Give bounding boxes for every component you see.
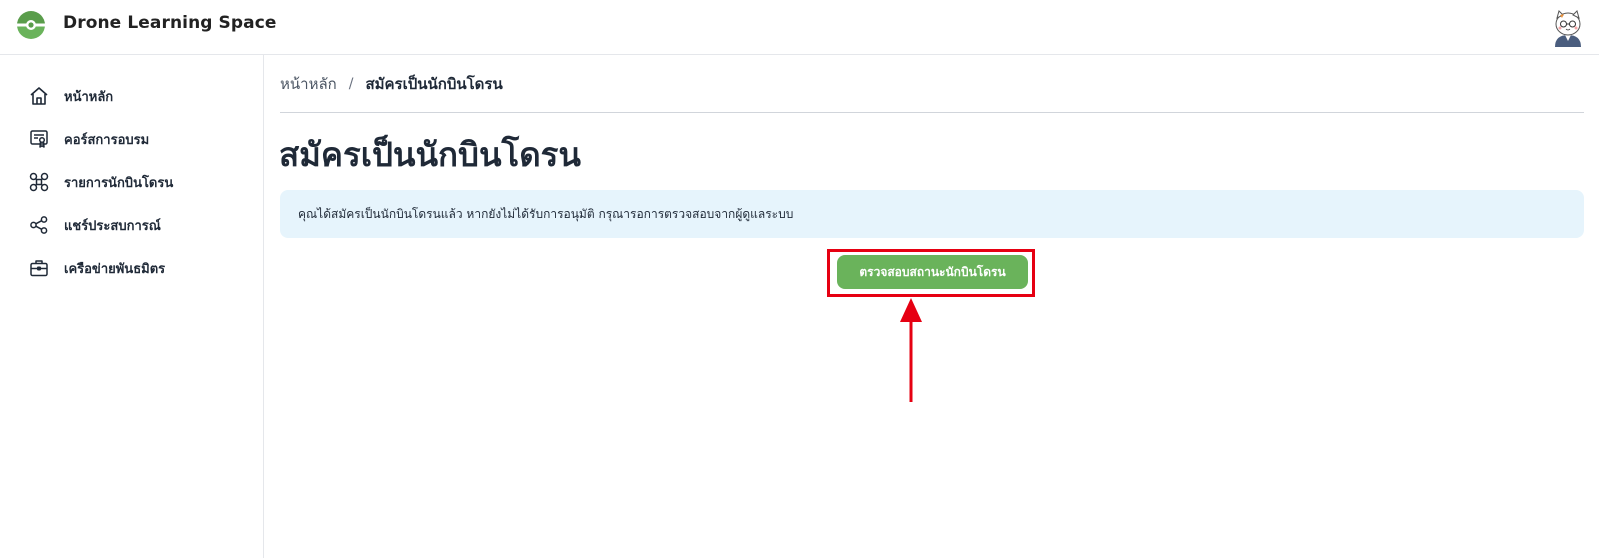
sidebar-item-share[interactable]: แชร์ประสบการณ์ [28,212,161,238]
app-title[interactable]: Drone Learning Space [63,13,277,33]
breadcrumb-home-link[interactable]: หน้าหลัก [280,72,337,96]
sidebar-item-courses[interactable]: คอร์สการอบรม [28,126,149,152]
sidebar-item-label: แชร์ประสบการณ์ [64,218,161,234]
breadcrumb-current: สมัครเป็นนักบินโดรน [365,75,503,93]
page-title: สมัครเป็นนักบินโดรน [279,135,581,174]
sidebar-item-label: เครือข่ายพันธมิตร [64,261,166,277]
annotation-arrow-icon [900,298,922,402]
sidebar: หน้าหลัก คอร์สการอบรม รายการนักบินโดรน แ… [0,55,264,558]
certificate-icon [28,128,50,150]
sidebar-item-pilots[interactable]: รายการนักบินโดรน [28,169,173,195]
logo-icon[interactable] [15,11,47,39]
header-divider [280,112,1584,113]
share-icon [28,214,50,236]
sidebar-item-label: คอร์สการอบรม [64,132,150,148]
sidebar-item-label: หน้าหลัก [64,89,114,105]
home-icon [28,85,50,107]
alert-text: คุณได้สมัครเป็นนักบินโดรนแล้ว หากยังไม่ไ… [298,207,794,221]
breadcrumb: หน้าหลัก / สมัครเป็นนักบินโดรน [280,72,503,96]
sidebar-item-label: รายการนักบินโดรน [64,175,174,191]
info-alert: คุณได้สมัครเป็นนักบินโดรนแล้ว หากยังไม่ไ… [280,190,1584,238]
briefcase-icon [28,257,50,279]
sidebar-item-home[interactable]: หน้าหลัก [28,83,113,109]
top-bar: Drone Learning Space [0,0,1599,55]
breadcrumb-separator: / [348,76,354,92]
drone-icon [28,171,50,193]
avatar[interactable] [1551,9,1585,47]
check-pilot-status-button[interactable]: ตรวจสอบสถานะนักบินโดรน [837,255,1028,289]
sidebar-item-partners[interactable]: เครือข่ายพันธมิตร [28,255,165,281]
